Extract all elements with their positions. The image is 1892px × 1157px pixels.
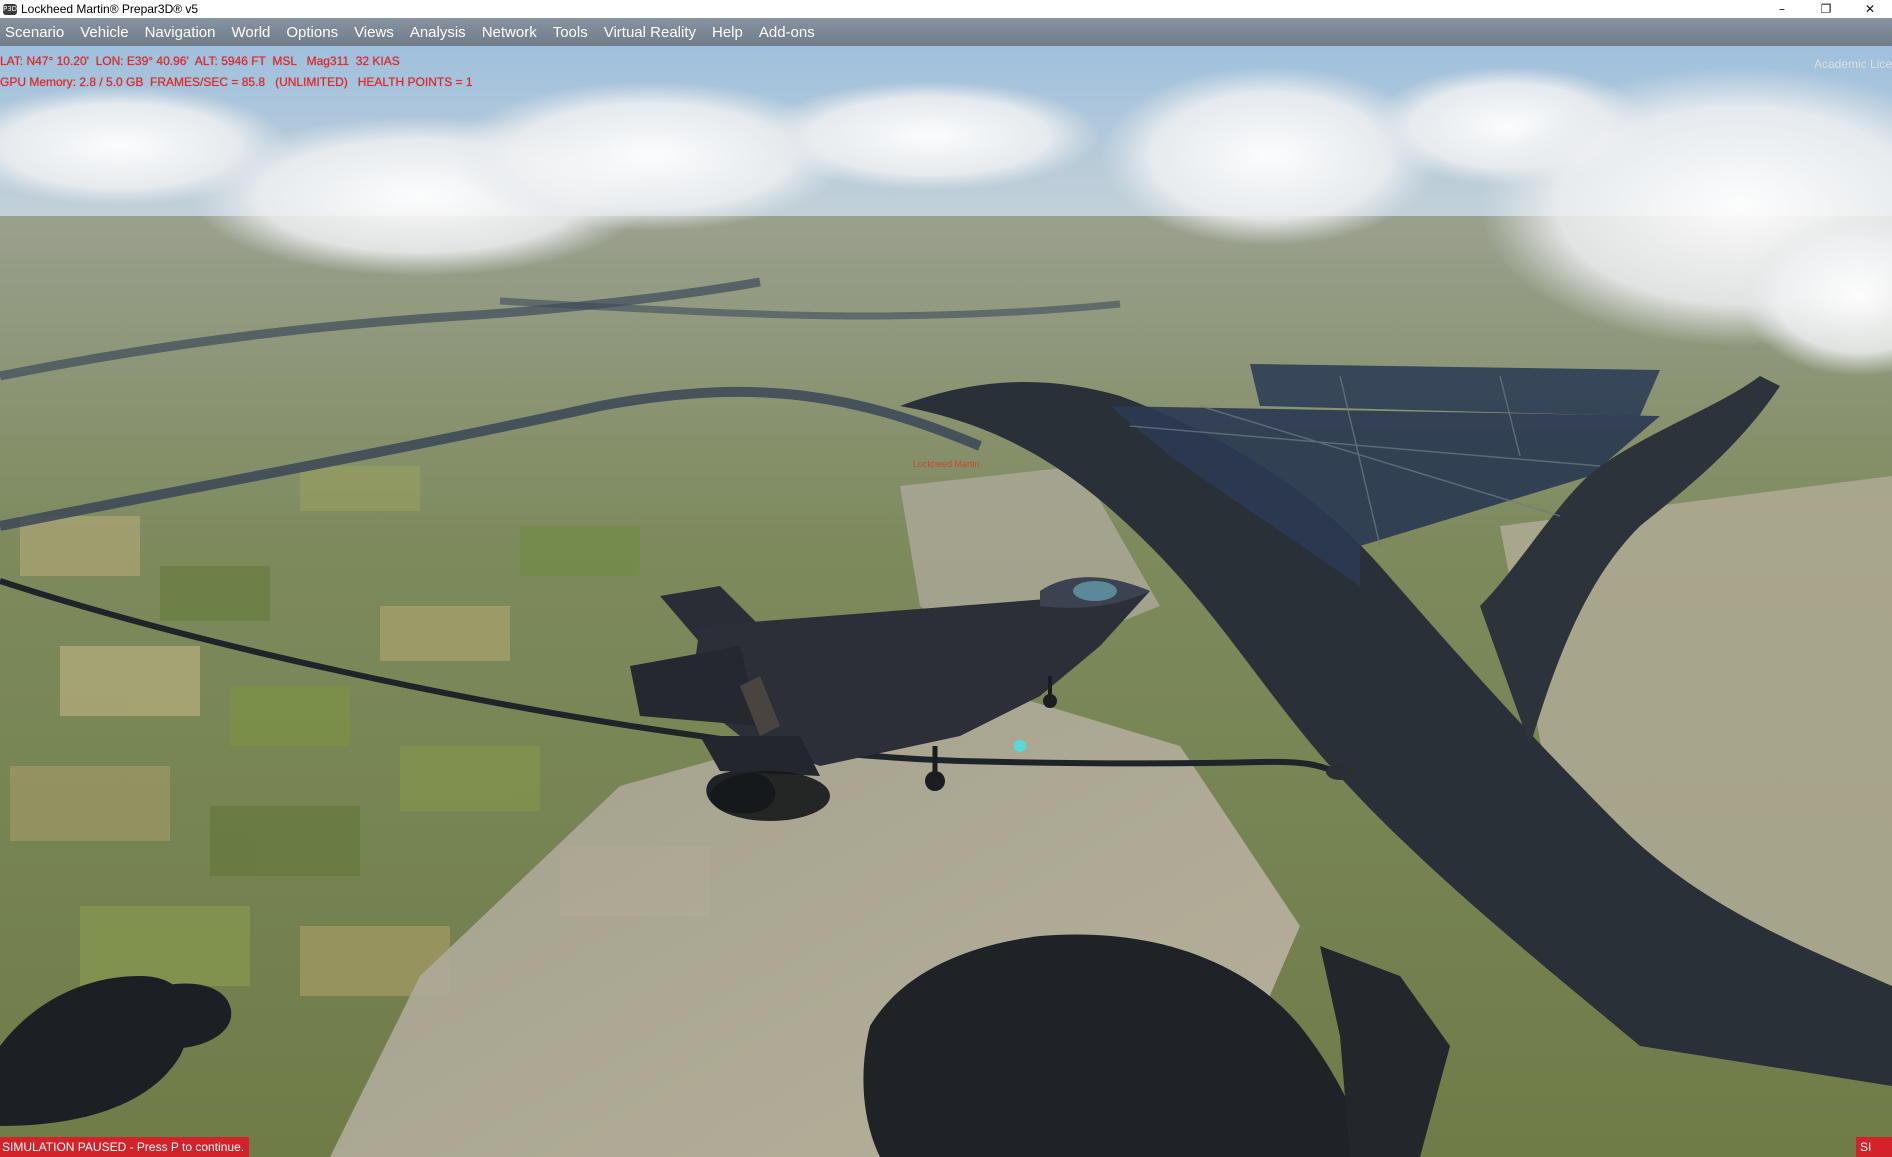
- menu-views[interactable]: Views: [349, 24, 405, 41]
- window-controls: – ❐ ✕: [1760, 0, 1892, 18]
- menu-world[interactable]: World: [226, 24, 281, 41]
- minimize-icon[interactable]: –: [1760, 0, 1804, 18]
- window-titlebar[interactable]: P3D Lockheed Martin® Prepar3D® v5 – ❐ ✕: [0, 0, 1892, 18]
- hud-position-readout: LAT: N47° 10.20' LON: E39° 40.96' ALT: 5…: [0, 54, 400, 68]
- aircraft-shadow: [710, 771, 830, 821]
- license-watermark: Academic Lice: [1813, 57, 1892, 71]
- menu-virtual-reality[interactable]: Virtual Reality: [599, 24, 707, 41]
- menu-bar: Scenario Vehicle Navigation World Option…: [0, 18, 1892, 46]
- p3d-app-icon[interactable]: P3D: [3, 3, 17, 15]
- menu-analysis[interactable]: Analysis: [405, 24, 477, 41]
- menu-add-ons[interactable]: Add-ons: [754, 24, 826, 41]
- drogue: [1326, 764, 1354, 780]
- menu-help[interactable]: Help: [707, 24, 754, 41]
- simulation-viewport[interactable]: LAT: N47° 10.20' LON: E39° 40.96' ALT: 5…: [0, 46, 1892, 1157]
- menu-network[interactable]: Network: [477, 24, 548, 41]
- restore-icon[interactable]: ❐: [1804, 0, 1848, 18]
- close-icon[interactable]: ✕: [1848, 0, 1892, 18]
- menu-vehicle[interactable]: Vehicle: [75, 24, 139, 41]
- window-title: Lockheed Martin® Prepar3D® v5: [21, 2, 199, 16]
- scene-render: [0, 46, 1892, 1157]
- menu-scenario[interactable]: Scenario: [0, 24, 75, 41]
- menu-options[interactable]: Options: [281, 24, 349, 41]
- hud-performance-readout: GPU Memory: 2.8 / 5.0 GB FRAMES/SEC = 85…: [0, 75, 473, 89]
- simulation-paused-banner: SIMULATION PAUSED - Press P to continue.: [0, 1137, 250, 1157]
- menu-tools[interactable]: Tools: [548, 24, 599, 41]
- menu-navigation[interactable]: Navigation: [140, 24, 227, 41]
- status-right-banner: SI: [1856, 1137, 1892, 1157]
- scene-logo-watermark: Lockheed Martin: [913, 459, 980, 469]
